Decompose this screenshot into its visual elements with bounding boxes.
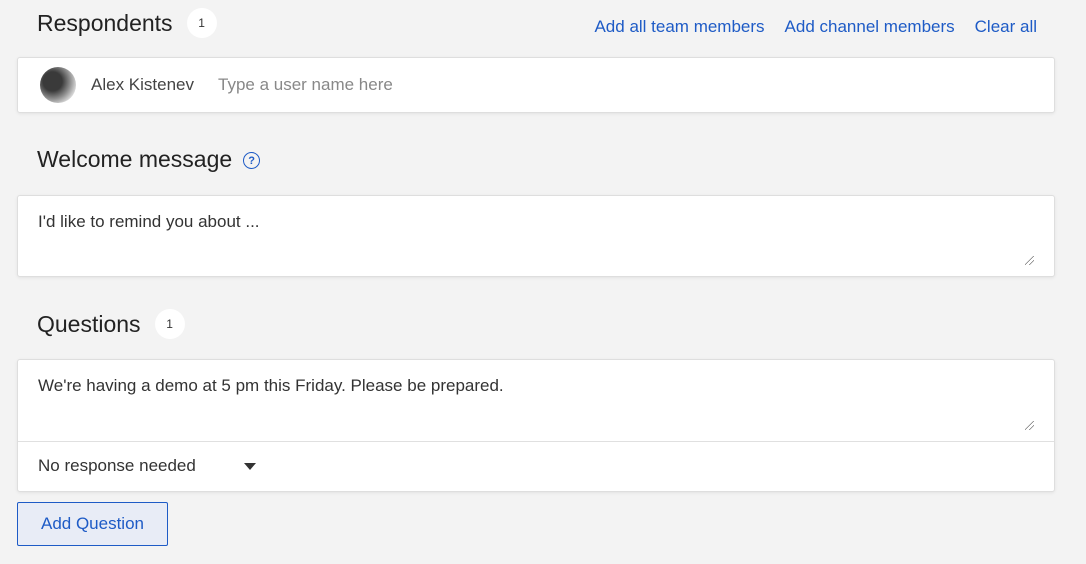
- questions-heading: Questions 1: [37, 309, 185, 339]
- add-all-team-members-link[interactable]: Add all team members: [594, 17, 764, 37]
- resize-handle-icon[interactable]: [1025, 421, 1034, 430]
- welcome-message-text[interactable]: I'd like to remind you about ...: [38, 211, 1034, 266]
- resize-handle-icon[interactable]: [1025, 256, 1034, 265]
- response-type-value: No response needed: [38, 456, 196, 475]
- question-textarea[interactable]: We're having a demo at 5 pm this Friday.…: [18, 360, 1054, 442]
- welcome-heading: Welcome message ?: [37, 146, 261, 173]
- user-search-input[interactable]: [216, 74, 820, 96]
- question-card: We're having a demo at 5 pm this Friday.…: [17, 359, 1055, 492]
- question-text[interactable]: We're having a demo at 5 pm this Friday.…: [38, 375, 1034, 397]
- question-circle-icon[interactable]: ?: [243, 152, 261, 169]
- respondents-count-badge: 1: [186, 8, 217, 38]
- avatar: [40, 67, 76, 103]
- questions-count-badge: 1: [154, 309, 185, 339]
- respondent-actions: Add all team members Add channel members…: [594, 17, 1037, 37]
- respondents-field[interactable]: Alex Kistenev: [17, 57, 1055, 113]
- questions-title: Questions: [37, 310, 141, 337]
- add-question-button[interactable]: Add Question: [17, 502, 168, 546]
- selected-user-chip[interactable]: Alex Kistenev: [91, 75, 194, 95]
- caret-down-icon: [243, 462, 256, 470]
- respondents-heading: Respondents 1: [37, 8, 217, 38]
- welcome-title: Welcome message: [37, 146, 233, 172]
- response-type-select[interactable]: No response needed: [38, 456, 256, 476]
- welcome-message-textarea[interactable]: I'd like to remind you about ...: [17, 195, 1055, 277]
- add-channel-members-link[interactable]: Add channel members: [785, 17, 955, 37]
- clear-all-link[interactable]: Clear all: [975, 17, 1037, 37]
- respondents-title: Respondents: [37, 9, 173, 36]
